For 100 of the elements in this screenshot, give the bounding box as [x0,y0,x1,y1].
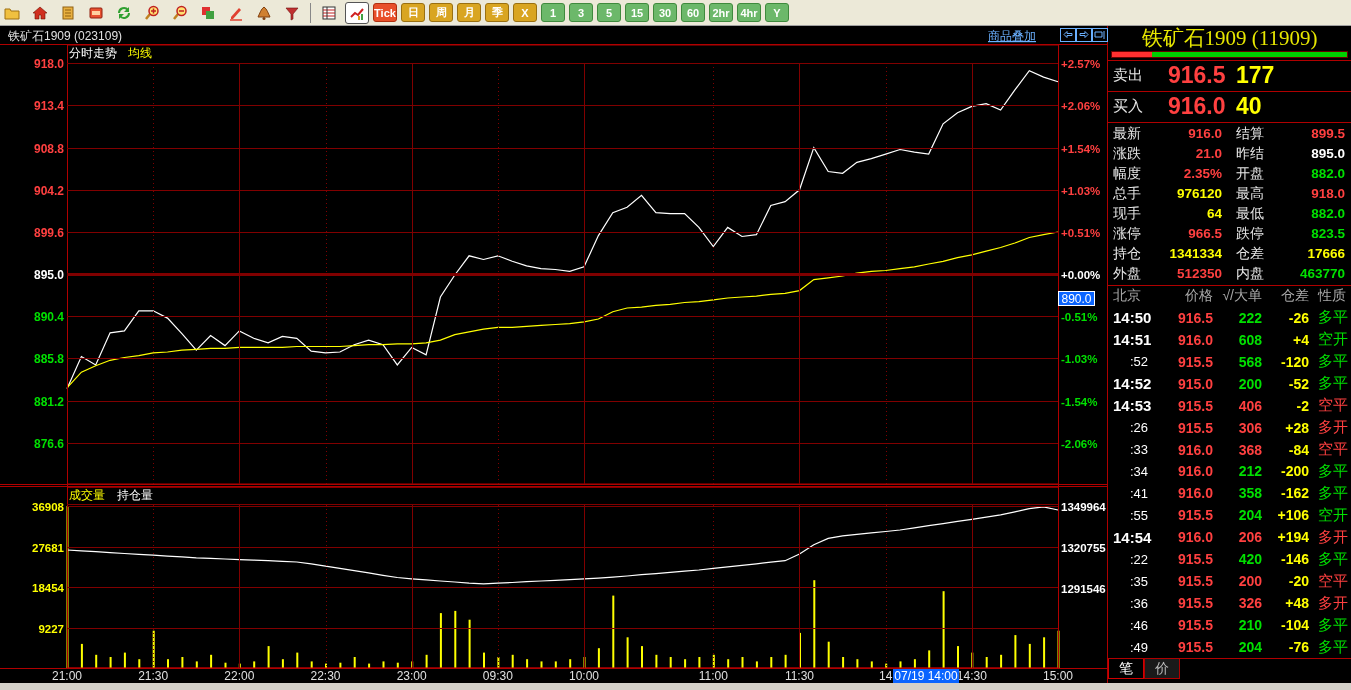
price-axis-label: 908.8 [33,141,64,156]
trade-type: 多开 [1317,527,1348,547]
stat-value: 17666 [1306,246,1345,262]
trade-price: 915.0 [1176,375,1213,392]
trade-volume: 406 [1237,397,1262,414]
trade-type: 空平 [1317,440,1348,459]
stat-label: 内盘 [1235,264,1265,283]
trade-time: :55 [1129,507,1150,523]
trade-price: 915.5 [1176,551,1213,568]
open-interest-change: -26 [1287,309,1309,326]
trade-type: 多平 [1317,637,1348,657]
time-axis-label: 11:00 [698,669,728,683]
stat-value: 463770 [1298,266,1345,282]
time-axis-label: 15:00 [1043,669,1073,683]
price-axis-label: 881.2 [33,394,64,409]
stat-value: 899.5 [1310,126,1345,142]
trade-type: 多平 [1317,461,1348,481]
trade-volume: 212 [1237,463,1262,480]
quote-volume: 177 [1236,62,1275,90]
stat-label: 跌停 [1235,224,1265,243]
chart-title: 铁矿石1909 (023109) [8,29,123,43]
volume-axis-label: 36908 [32,500,64,513]
trade-price: 916.0 [1176,441,1213,458]
quote-label: 卖出 [1113,66,1144,86]
trade-price: 915.5 [1176,639,1213,656]
trade-volume: 368 [1237,441,1262,458]
open-interest-change: +48 [1284,595,1309,612]
price-axis-label: 890.4 [33,309,64,324]
stat-label: 最新 [1113,124,1142,143]
percent-axis-label: -2.06% [1061,437,1098,450]
trade-type: 空平 [1317,571,1348,591]
stat-label: 涨停 [1113,224,1142,243]
trade-volume: 326 [1237,595,1262,612]
stat-label: 最低 [1235,204,1265,223]
trade-time: :34 [1129,463,1150,479]
legend-label: 均线 [128,46,152,60]
trade-volume: 204 [1237,639,1262,656]
stat-value: 916.0 [1187,126,1222,142]
trade-price: 915.5 [1176,507,1213,524]
trade-price: 915.5 [1176,353,1213,370]
trade-type: 多平 [1317,374,1348,394]
price-axis-label: 876.6 [33,436,64,451]
trade-price: 916.0 [1176,529,1213,546]
trade-price: 915.5 [1176,595,1213,612]
quote-price: 916.0 [1168,93,1227,121]
quote-price: 916.5 [1168,62,1227,90]
open-interest-change: -84 [1287,441,1309,458]
time-axis-label: 22:30 [310,669,341,683]
instrument-title: 铁矿石1909 (11909) [1141,26,1318,50]
stat-value: 882.0 [1310,166,1345,182]
trade-time: :41 [1129,485,1150,501]
trade-type: 多开 [1317,418,1348,438]
trade-type: 多平 [1317,549,1348,569]
stat-value: 64 [1205,206,1222,222]
column-header: 仓差 [1280,287,1309,306]
volume-axis-label: 9227 [38,622,64,635]
trade-type: 多开 [1317,593,1348,613]
time-axis-label: 11:30 [784,669,815,683]
stat-label: 外盘 [1113,264,1142,283]
trade-time: :49 [1129,639,1150,655]
open-interest-change: -104 [1279,617,1309,634]
trade-price: 916.0 [1176,331,1213,348]
stat-value: 2.35% [1182,166,1222,182]
column-header: 北京 [1113,287,1142,306]
column-header: 性质 [1316,287,1347,306]
trade-volume: 200 [1237,375,1262,392]
time-axis-label: 23:00 [396,669,427,683]
stat-value: 966.5 [1187,226,1222,242]
trade-price: 916.5 [1176,309,1213,326]
time-axis-label: 22:00 [224,669,255,683]
trade-time: :52 [1129,354,1150,370]
open-interest-change: -76 [1287,639,1309,656]
volume-axis-label: 18454 [32,581,64,594]
percent-axis-label: +0.51% [1061,226,1101,239]
stat-label: 昨结 [1235,144,1265,163]
cursor-time-tag: 07/19 14:00 [893,669,959,683]
legend-label: 持仓量 [117,488,153,502]
stat-label: 涨跌 [1113,144,1142,163]
legend-label: 分时走势 [69,46,117,60]
price-axis-label: 899.6 [33,225,64,240]
stat-value: 21.0 [1194,146,1222,162]
trade-time: :33 [1129,442,1150,457]
stat-value: 512350 [1175,266,1222,282]
open-interest-change: +4 [1292,331,1309,348]
stat-label: 总手 [1113,184,1142,203]
trade-type: 多平 [1317,308,1348,328]
price-axis-label: 904.2 [33,183,64,198]
trade-time: :36 [1129,595,1150,611]
quote-volume: 40 [1236,93,1262,121]
open-interest-change: -146 [1279,551,1309,568]
trade-volume: 608 [1237,331,1262,348]
price-axis-label: 918.0 [33,56,64,71]
percent-axis-label: -1.54% [1061,395,1098,408]
price-axis-label: 913.4 [33,98,64,113]
open-interest-axis-label: 1291546 [1061,582,1106,595]
trade-type: 空开 [1317,505,1348,525]
trade-time: :46 [1129,617,1150,633]
stat-label: 最高 [1235,184,1265,203]
stat-value: 882.0 [1310,206,1345,222]
percent-axis-label: +2.06% [1061,99,1101,112]
